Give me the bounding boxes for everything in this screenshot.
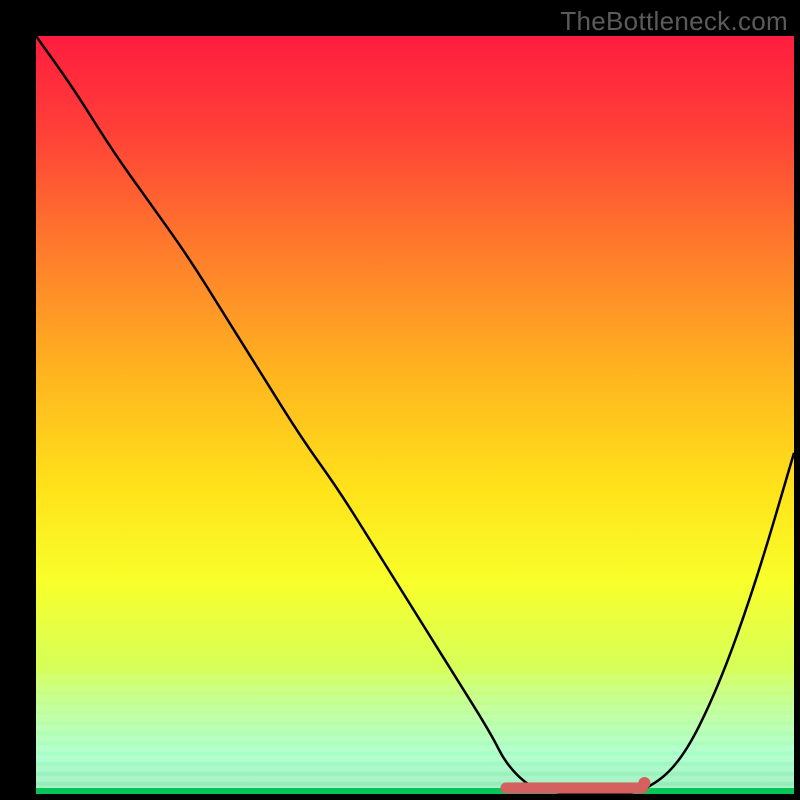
bottom-glow-band: [36, 673, 794, 794]
chart-frame: TheBottleneck.com: [0, 0, 800, 800]
plot-svg: [36, 36, 794, 794]
plot-area: [36, 36, 794, 794]
watermark-text: TheBottleneck.com: [560, 6, 788, 37]
valley-marker-dot: [638, 777, 650, 789]
